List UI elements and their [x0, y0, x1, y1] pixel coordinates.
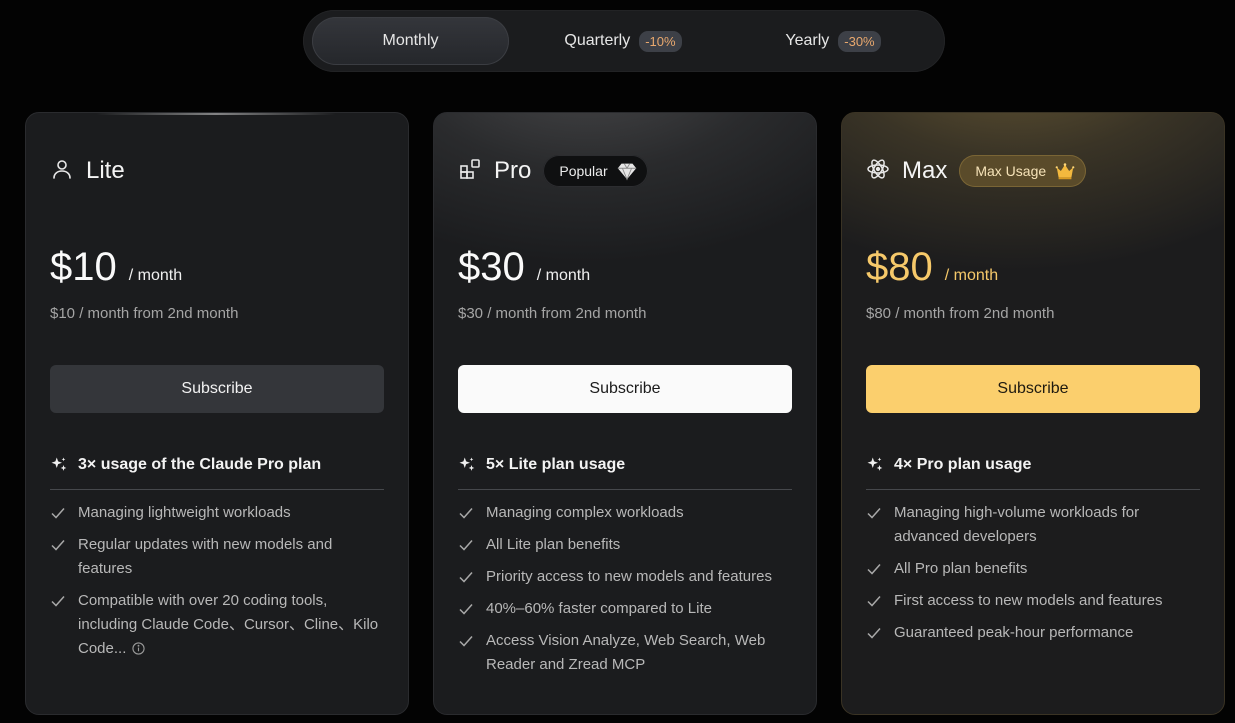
price-period: / month — [128, 267, 183, 284]
info-icon[interactable] — [132, 642, 146, 655]
check-icon — [866, 621, 884, 645]
price-amount: $10 — [50, 245, 117, 289]
atom-icon — [866, 157, 890, 186]
divider — [50, 489, 384, 490]
feature-text: Compatible with over 20 coding tools, in… — [78, 592, 379, 657]
plan-price: $30 / month — [458, 245, 590, 290]
price-note: $80 / month from 2nd month — [866, 305, 1055, 322]
check-icon — [50, 533, 68, 557]
card-top-glow — [96, 113, 336, 115]
feature-item: Managing lightweight workloads — [50, 501, 384, 525]
check-icon — [458, 533, 476, 557]
price-period: / month — [536, 267, 591, 284]
plan-price: $80 / month — [866, 245, 998, 290]
billing-option-monthly[interactable]: Monthly — [312, 17, 509, 65]
check-icon — [866, 589, 884, 613]
check-icon — [458, 629, 476, 653]
feature-list: Managing high-volume workloads for advan… — [866, 501, 1200, 653]
feature-text: Managing lightweight workloads — [78, 504, 291, 521]
badge-label: Popular — [559, 163, 608, 179]
feature-text: First access to new models and features — [894, 592, 1163, 609]
feature-text: Guaranteed peak-hour performance — [894, 624, 1134, 641]
feature-text: Managing complex workloads — [486, 504, 684, 521]
feature-text: Priority access to new models and featur… — [486, 568, 772, 585]
check-icon — [458, 565, 476, 589]
feature-text: Regular updates with new models and feat… — [78, 536, 333, 577]
feature-item: Guaranteed peak-hour performance — [866, 621, 1200, 645]
check-icon — [50, 501, 68, 525]
badge-label: Max Usage — [975, 163, 1047, 179]
sparkle-icon — [51, 457, 67, 471]
plan-name: Lite — [86, 157, 125, 184]
feature-item: 40%–60% faster compared to Lite — [458, 597, 792, 621]
billing-option-label: Yearly — [785, 32, 830, 49]
subscribe-button[interactable]: Subscribe — [866, 365, 1200, 413]
subscribe-button[interactable]: Subscribe — [458, 365, 792, 413]
plan-card-lite: Lite $10 / month $10 / month from 2nd mo… — [25, 112, 409, 715]
check-icon — [866, 501, 884, 525]
feature-item: All Lite plan benefits — [458, 533, 792, 557]
check-icon — [458, 597, 476, 621]
feature-list: Managing complex workloads All Lite plan… — [458, 501, 792, 685]
popular-badge: Popular — [543, 155, 648, 187]
billing-period-toggle: Monthly Quarterly -10% Yearly -30% — [303, 10, 945, 72]
usage-highlight-text: 5× Lite plan usage — [486, 456, 626, 473]
feature-text: All Lite plan benefits — [486, 536, 621, 553]
feature-item: Regular updates with new models and feat… — [50, 533, 384, 581]
billing-option-label: Quarterly — [564, 32, 631, 49]
billing-option-label: Monthly — [382, 32, 439, 49]
feature-list: Managing lightweight workloads Regular u… — [50, 501, 384, 669]
plan-name: Pro — [494, 157, 532, 184]
price-amount: $30 — [458, 245, 525, 289]
usage-highlight: 4× Pro plan usage — [866, 456, 1200, 474]
plan-header: Pro Popular — [458, 153, 648, 189]
max-usage-badge: Max Usage — [959, 155, 1087, 187]
check-icon — [458, 501, 476, 525]
price-amount: $80 — [866, 245, 933, 289]
billing-option-quarterly[interactable]: Quarterly -10% — [523, 17, 723, 65]
price-note: $10 / month from 2nd month — [50, 305, 239, 322]
feature-item: Managing complex workloads — [458, 501, 792, 525]
feature-item: Priority access to new models and featur… — [458, 565, 792, 589]
diamond-icon — [617, 163, 636, 181]
feature-text: Access Vision Analyze, Web Search, Web R… — [486, 632, 766, 673]
billing-option-yearly[interactable]: Yearly -30% — [733, 17, 933, 65]
check-icon — [866, 557, 884, 581]
sparkle-icon — [459, 457, 475, 471]
feature-item: All Pro plan benefits — [866, 557, 1200, 581]
price-note: $30 / month from 2nd month — [458, 305, 647, 322]
feature-text: 40%–60% faster compared to Lite — [486, 600, 712, 617]
check-icon — [50, 589, 68, 613]
feature-item: Compatible with over 20 coding tools, in… — [50, 589, 384, 661]
feature-item: First access to new models and features — [866, 589, 1200, 613]
usage-highlight-text: 3× usage of the Claude Pro plan — [78, 456, 322, 473]
subscribe-button[interactable]: Subscribe — [50, 365, 384, 413]
plan-card-max: Max Max Usage $80 / month $80 / month fr… — [841, 112, 1225, 715]
plan-header: Lite — [50, 153, 125, 189]
apps-icon — [458, 157, 482, 186]
plan-header: Max Max Usage — [866, 153, 1087, 189]
plan-price: $10 / month — [50, 245, 182, 290]
crown-icon — [1055, 163, 1075, 180]
price-period: / month — [944, 267, 999, 284]
plan-card-pro: Pro Popular $30 / month $30 / month from… — [433, 112, 817, 715]
feature-text: Managing high-volume workloads for advan… — [894, 504, 1140, 545]
usage-highlight-text: 4× Pro plan usage — [894, 456, 1032, 473]
usage-highlight: 3× usage of the Claude Pro plan — [50, 456, 384, 474]
discount-badge: -10% — [639, 30, 682, 52]
feature-item: Access Vision Analyze, Web Search, Web R… — [458, 629, 792, 677]
feature-item: Managing high-volume workloads for advan… — [866, 501, 1200, 549]
divider — [458, 489, 792, 490]
user-icon — [50, 157, 74, 186]
plan-name: Max — [902, 157, 948, 184]
sparkle-icon — [867, 457, 883, 471]
feature-text: All Pro plan benefits — [894, 560, 1028, 577]
usage-highlight: 5× Lite plan usage — [458, 456, 792, 474]
divider — [866, 489, 1200, 490]
discount-badge: -30% — [838, 30, 881, 52]
